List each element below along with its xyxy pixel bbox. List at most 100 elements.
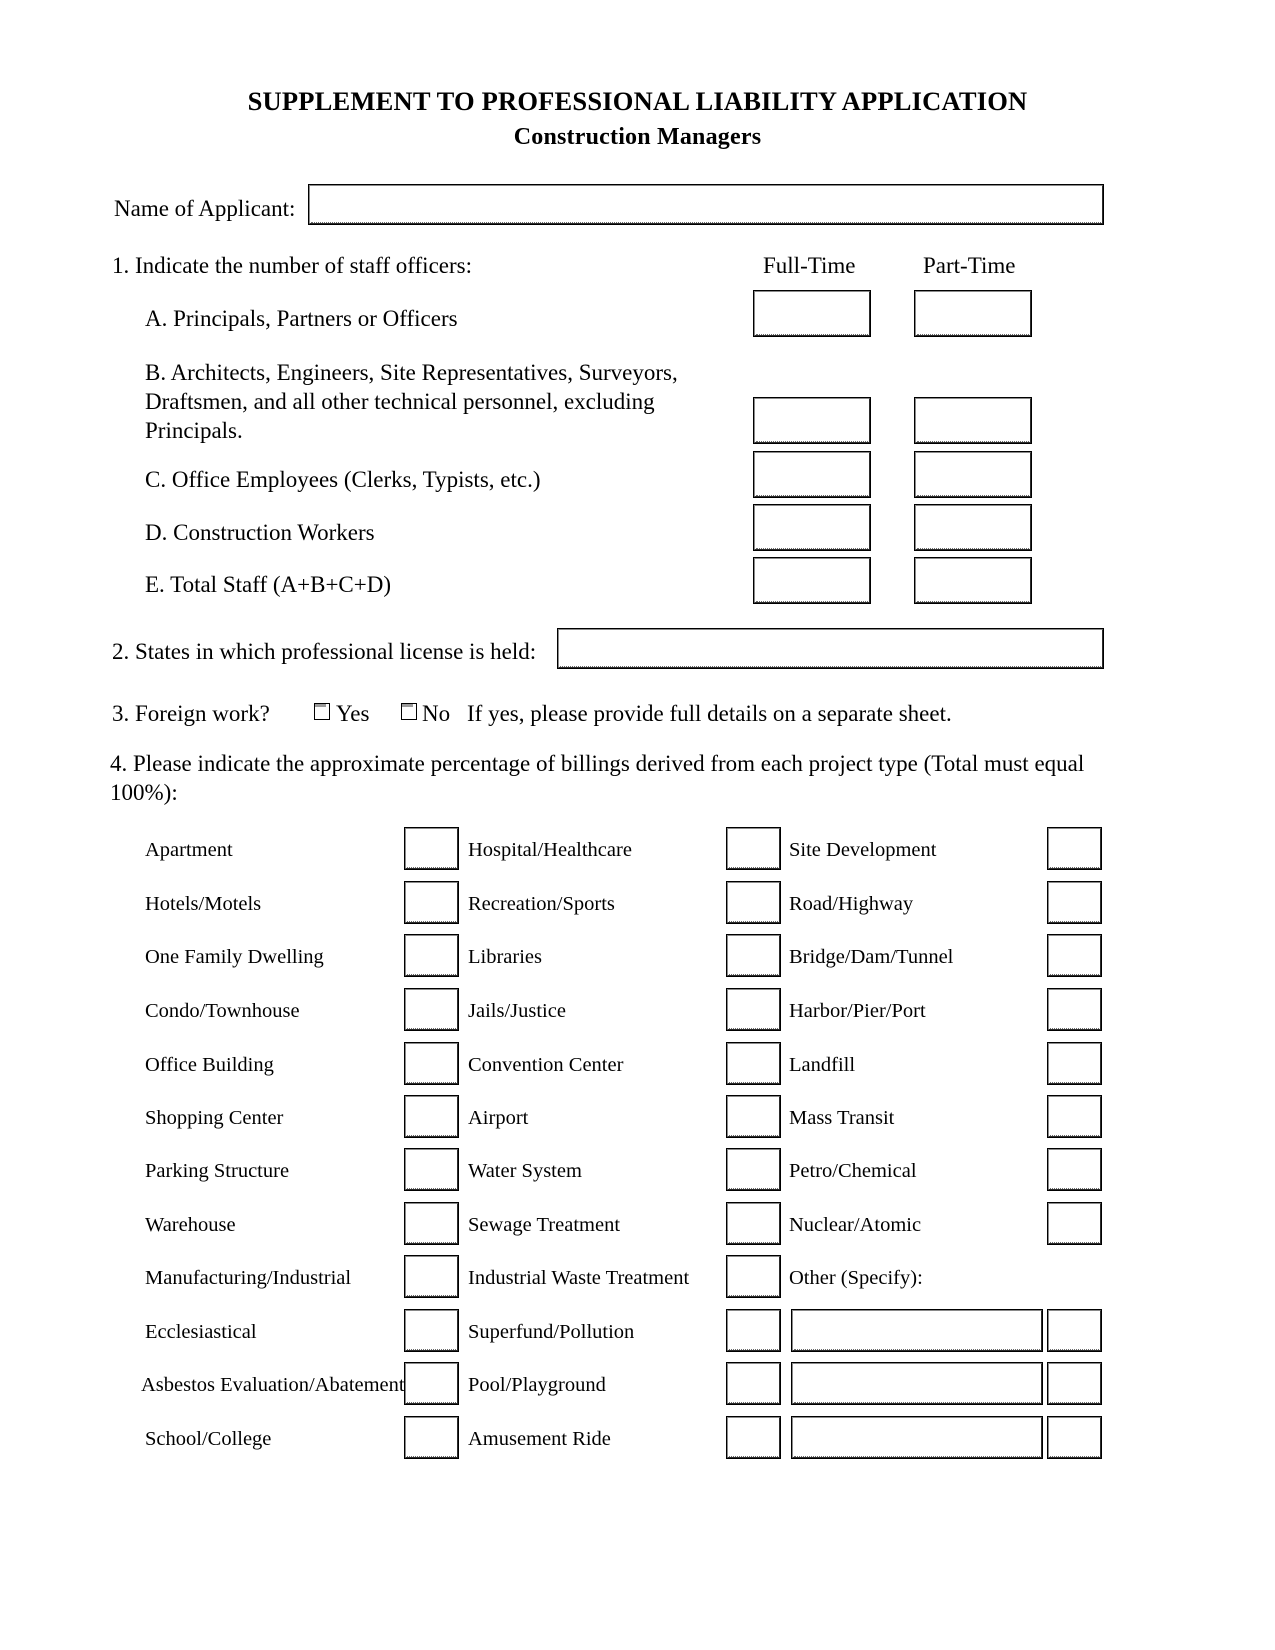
project-input-c2-4[interactable] (726, 1042, 781, 1085)
project-label-c3-4: Landfill (789, 1054, 856, 1076)
staff-e-full-time-input[interactable] (753, 557, 871, 604)
staff-d-part-time-input[interactable] (914, 504, 1032, 551)
project-label-c2-5: Airport (468, 1107, 529, 1129)
project-label-c2-3: Jails/Justice (468, 1000, 566, 1022)
project-input-c1-4[interactable] (404, 1042, 459, 1085)
project-label-c2-2: Libraries (468, 946, 542, 968)
foreign-work-note: If yes, please provide full details on a… (467, 701, 952, 726)
staff-e-part-time-input[interactable] (914, 557, 1032, 604)
project-input-c2-7[interactable] (726, 1202, 781, 1245)
project-label-c3-2: Bridge/Dam/Tunnel (789, 946, 954, 968)
foreign-work-no-label: No (422, 701, 451, 726)
project-input-c1-3[interactable] (404, 988, 459, 1031)
applicant-name-input[interactable] (308, 184, 1104, 225)
project-label-c2-11: Amusement Ride (468, 1428, 611, 1450)
project-label-c3-8-other: Other (Specify): (789, 1267, 923, 1289)
column-header-part-time: Part-Time (923, 253, 1016, 278)
staff-a-part-time-input[interactable] (914, 290, 1032, 337)
staff-row-label-e: E. Total Staff (A+B+C+D) (145, 572, 391, 597)
project-label-c2-0: Hospital/Healthcare (468, 839, 632, 861)
project-input-c2-5[interactable] (726, 1095, 781, 1138)
project-input-c3-3[interactable] (1047, 988, 1102, 1031)
other-row-1-specify-input[interactable] (791, 1362, 1043, 1405)
project-input-c3-7[interactable] (1047, 1202, 1102, 1245)
project-input-c2-0[interactable] (726, 827, 781, 870)
project-label-c1-0: Apartment (145, 839, 233, 861)
project-input-c1-9[interactable] (404, 1309, 459, 1352)
project-label-c1-11: School/College (145, 1428, 272, 1450)
project-input-c1-6[interactable] (404, 1148, 459, 1191)
staff-row-label-a: A. Principals, Partners or Officers (145, 306, 458, 331)
foreign-work-no-checkbox[interactable] (401, 703, 417, 720)
other-row-2-leading-input[interactable] (726, 1416, 781, 1459)
page-subtitle: Construction Managers (513, 124, 762, 150)
project-input-c1-8[interactable] (404, 1255, 459, 1298)
other-row-0-percent-input[interactable] (1047, 1309, 1102, 1352)
project-input-c3-6[interactable] (1047, 1148, 1102, 1191)
project-input-c1-5[interactable] (404, 1095, 459, 1138)
form-page: SUPPLEMENT TO PROFESSIONAL LIABILITY APP… (0, 0, 1275, 1650)
project-input-c1-10[interactable] (404, 1362, 459, 1405)
other-row-1-percent-input[interactable] (1047, 1362, 1102, 1405)
project-input-c2-2[interactable] (726, 934, 781, 977)
project-label-c3-7: Nuclear/Atomic (789, 1214, 922, 1236)
foreign-work-yes-checkbox[interactable] (314, 703, 330, 720)
project-label-c1-5: Shopping Center (145, 1107, 284, 1129)
other-row-1-leading-input[interactable] (726, 1362, 781, 1405)
other-row-0-specify-input[interactable] (791, 1309, 1043, 1352)
project-input-c3-0[interactable] (1047, 827, 1102, 870)
project-label-c2-7: Sewage Treatment (468, 1214, 621, 1236)
project-label-c1-8: Manufacturing/Industrial (145, 1267, 352, 1289)
applicant-name-label: Name of Applicant: (114, 196, 296, 221)
staff-c-full-time-input[interactable] (753, 451, 871, 498)
license-states-input[interactable] (557, 628, 1104, 669)
project-label-c3-5: Mass Transit (789, 1107, 895, 1129)
column-header-full-time: Full-Time (763, 253, 856, 278)
project-label-c1-9: Ecclesiastical (145, 1321, 257, 1343)
project-input-c1-2[interactable] (404, 934, 459, 977)
project-input-c2-1[interactable] (726, 881, 781, 924)
project-label-c3-3: Harbor/Pier/Port (789, 1000, 926, 1022)
project-label-c1-7: Warehouse (145, 1214, 236, 1236)
project-input-c2-6[interactable] (726, 1148, 781, 1191)
project-label-c1-1: Hotels/Motels (145, 893, 262, 915)
staff-row-label-d: D. Construction Workers (145, 520, 375, 545)
project-input-c1-1[interactable] (404, 881, 459, 924)
project-input-c2-8[interactable] (726, 1255, 781, 1298)
question-1-prompt: 1. Indicate the number of staff officers… (112, 253, 472, 278)
project-label-c2-8: Industrial Waste Treatment (468, 1267, 690, 1289)
staff-row-label-c: C. Office Employees (Clerks, Typists, et… (145, 467, 541, 492)
project-input-c3-1[interactable] (1047, 881, 1102, 924)
foreign-work-yes-label: Yes (336, 701, 370, 726)
project-label-c2-4: Convention Center (468, 1054, 624, 1076)
staff-row-label-b: B. Architects, Engineers, Site Represent… (145, 360, 678, 443)
project-input-c3-4[interactable] (1047, 1042, 1102, 1085)
project-label-c3-6: Petro/Chemical (789, 1160, 917, 1182)
staff-b-part-time-input[interactable] (914, 397, 1032, 444)
question-2-prompt: 2. States in which professional license … (112, 639, 537, 664)
project-label-c3-1: Road/Highway (789, 893, 914, 915)
project-label-c1-6: Parking Structure (145, 1160, 290, 1182)
other-row-0-leading-input[interactable] (726, 1309, 781, 1352)
project-label-c2-6: Water System (468, 1160, 582, 1182)
question-4-prompt: 4. Please indicate the approximate perce… (110, 751, 1085, 805)
project-input-c3-5[interactable] (1047, 1095, 1102, 1138)
staff-a-full-time-input[interactable] (753, 290, 871, 337)
project-input-c3-2[interactable] (1047, 934, 1102, 977)
project-label-c1-10: Asbestos Evaluation/Abatement (141, 1374, 405, 1396)
project-input-c1-0[interactable] (404, 827, 459, 870)
project-input-c1-7[interactable] (404, 1202, 459, 1245)
project-label-c2-10: Pool/Playground (468, 1374, 606, 1396)
staff-c-part-time-input[interactable] (914, 451, 1032, 498)
other-row-2-percent-input[interactable] (1047, 1416, 1102, 1459)
staff-b-full-time-input[interactable] (753, 397, 871, 444)
other-row-2-specify-input[interactable] (791, 1416, 1043, 1459)
project-input-c1-11[interactable] (404, 1416, 459, 1459)
question-3-prompt: 3. Foreign work? (112, 701, 270, 726)
project-label-c3-0: Site Development (789, 839, 937, 861)
page-title: SUPPLEMENT TO PROFESSIONAL LIABILITY APP… (247, 86, 1028, 116)
staff-d-full-time-input[interactable] (753, 504, 871, 551)
project-label-c1-4: Office Building (145, 1054, 274, 1076)
project-label-c2-9: Superfund/Pollution (468, 1321, 635, 1343)
project-input-c2-3[interactable] (726, 988, 781, 1031)
